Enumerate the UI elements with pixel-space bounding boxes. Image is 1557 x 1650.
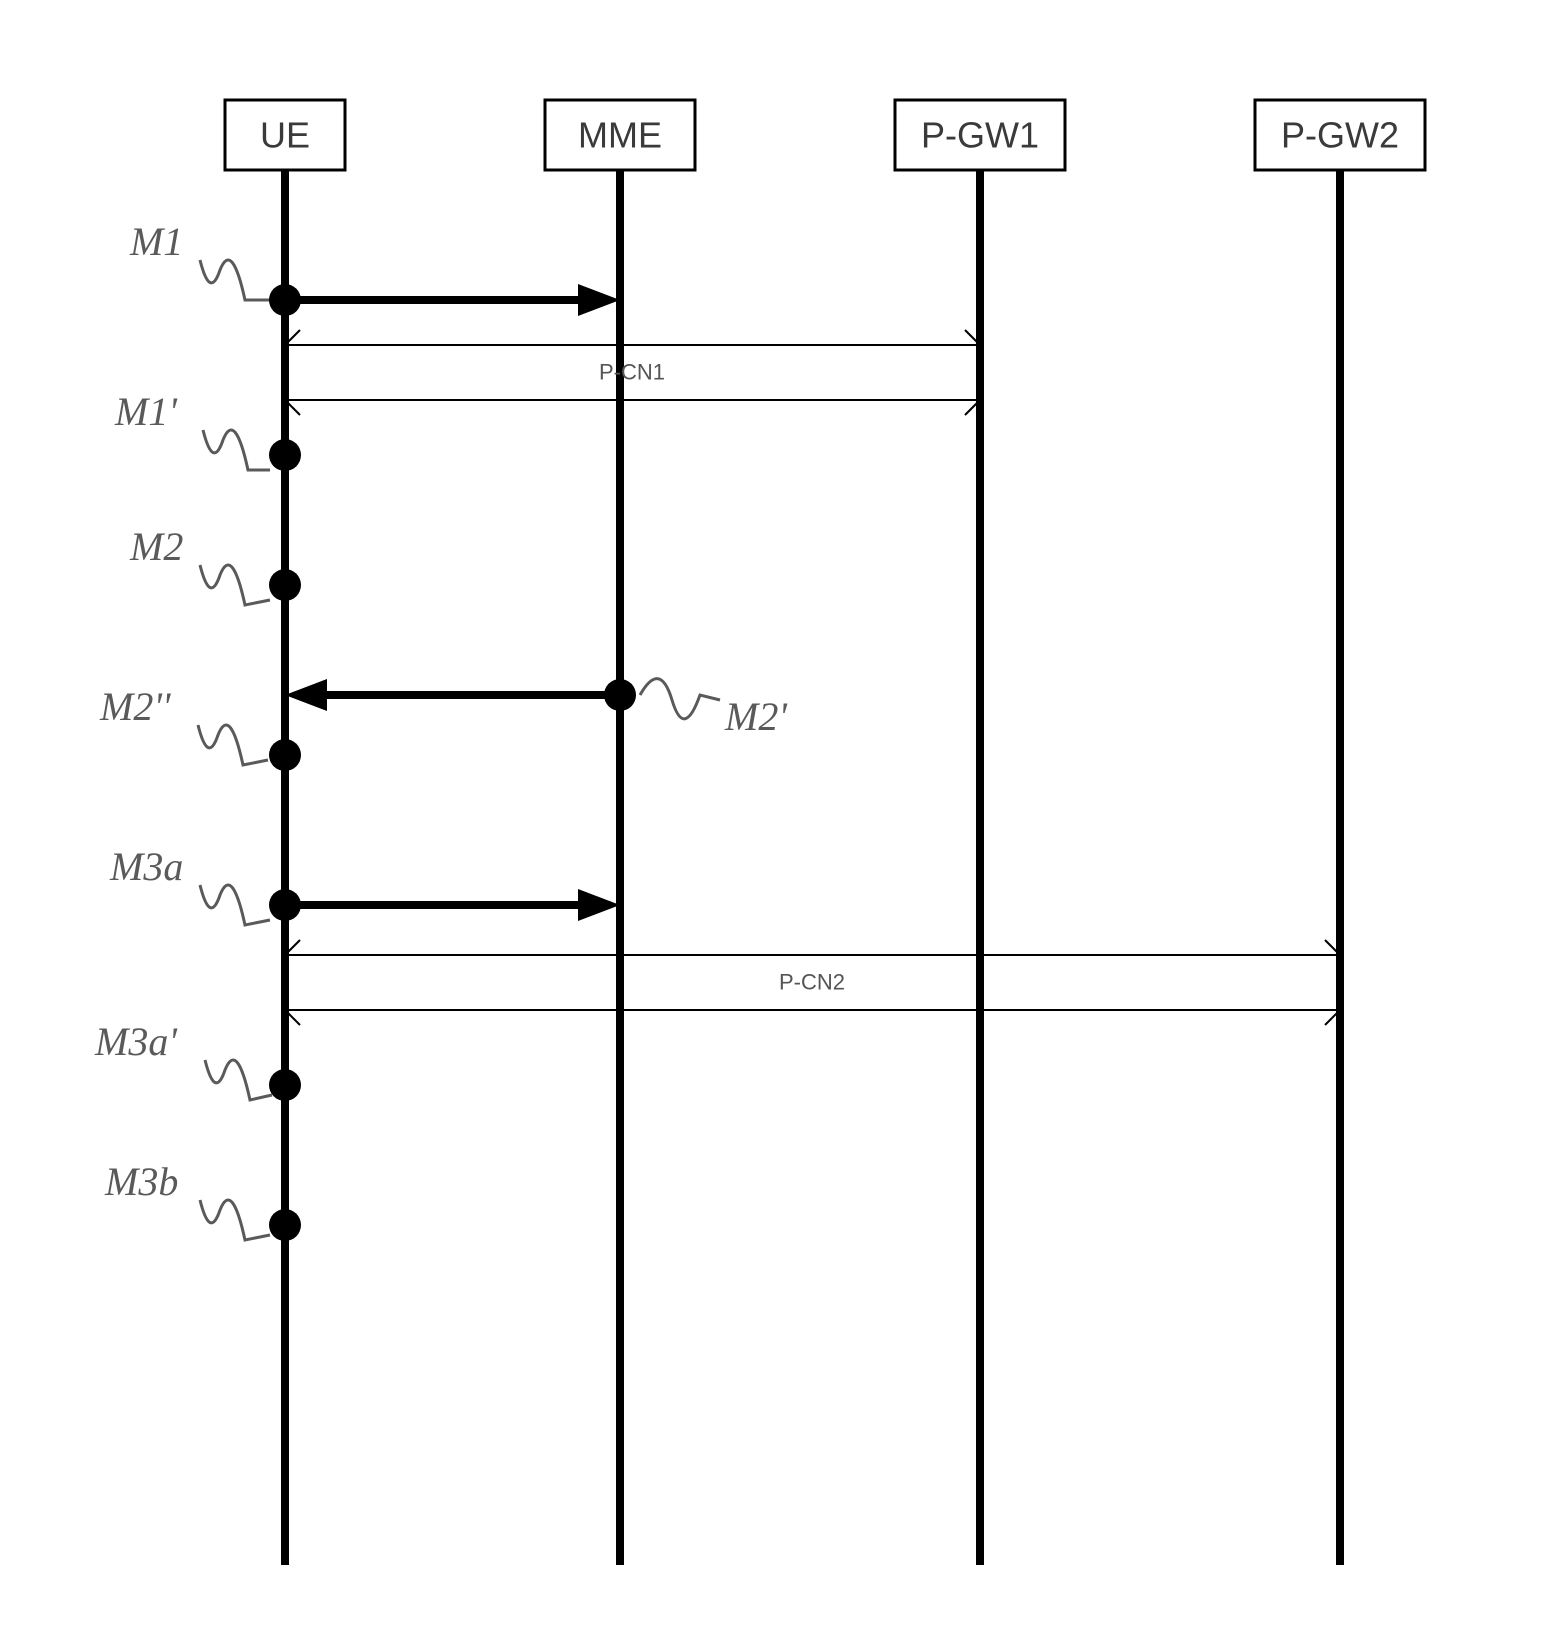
actor-ue: UE	[225, 100, 345, 170]
sequence-diagram: UE MME P-GW1 P-GW2 M1 P-CN1 M1' M2	[0, 0, 1557, 1650]
actor-pgw1: P-GW1	[895, 100, 1065, 170]
label-m3a-prime: M3a'	[94, 1019, 178, 1064]
squiggle-icon	[200, 260, 270, 300]
label-m2: M2	[129, 524, 183, 569]
svg-text:P-GW1: P-GW1	[921, 115, 1039, 156]
arrow-m1-ue-to-mme	[285, 284, 620, 316]
svg-text:UE: UE	[260, 115, 310, 156]
band-pcn2: P-CN2	[285, 940, 1340, 1025]
squiggle-icon	[640, 679, 720, 719]
event-m3b	[269, 1209, 301, 1241]
arrow-m3a-ue-to-mme	[285, 889, 620, 921]
label-m2-dprime: M2''	[99, 684, 172, 729]
actor-pgw2: P-GW2	[1255, 100, 1425, 170]
squiggle-icon	[203, 430, 270, 470]
event-m3a-prime	[269, 1069, 301, 1101]
squiggle-icon	[200, 1200, 270, 1240]
squiggle-icon	[200, 885, 270, 925]
squiggle-icon	[200, 565, 270, 605]
actor-mme: MME	[545, 100, 695, 170]
band-pcn1: P-CN1	[285, 330, 980, 415]
arrow-m2p-mme-to-ue	[285, 679, 620, 711]
svg-text:MME: MME	[578, 115, 662, 156]
label-m2-prime: M2'	[724, 694, 788, 739]
label-m1: M1	[129, 219, 183, 264]
label-m3b: M3b	[104, 1159, 178, 1204]
event-m1-prime	[269, 439, 301, 471]
label-m3a: M3a	[109, 844, 183, 889]
label-m1-prime: M1'	[114, 389, 178, 434]
band-label-pcn1: P-CN1	[599, 360, 665, 385]
band-label-pcn2: P-CN2	[779, 970, 845, 995]
squiggle-icon	[198, 725, 268, 765]
svg-text:P-GW2: P-GW2	[1281, 115, 1399, 156]
squiggle-icon	[205, 1060, 272, 1100]
event-m2-dprime	[269, 739, 301, 771]
event-m2	[269, 569, 301, 601]
